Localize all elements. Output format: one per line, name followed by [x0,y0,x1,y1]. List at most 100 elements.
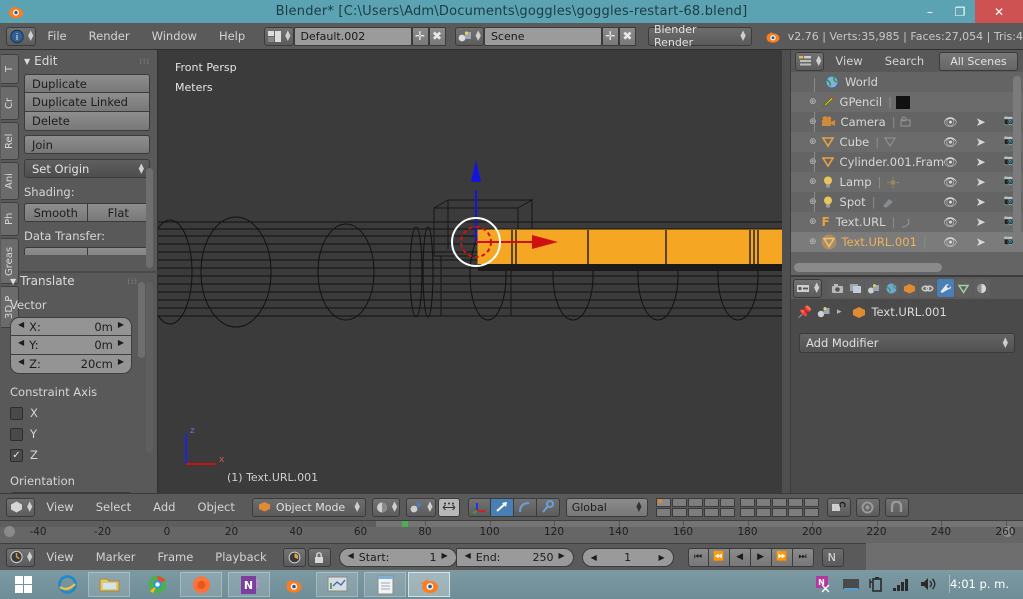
tool-shelf-scrollbar-top[interactable] [146,168,153,268]
expand-icon[interactable]: ⊕ [809,177,817,187]
constraint-axis-y-row[interactable]: Y [10,427,150,441]
properties-tab-object[interactable] [901,279,919,297]
cursor-arrow-icon[interactable]: ➤ [976,195,986,209]
pin-icon[interactable]: 📌 [797,305,812,319]
editor-type-selector-timeline[interactable]: ▲ ▼ [6,547,36,567]
arrow-left-icon[interactable]: ◀ [465,551,471,564]
translate-panel-header[interactable]: ▼ Translate ⁞⁞⁞ [10,274,150,288]
system-clock[interactable]: 4:01 p. m. [950,577,1009,591]
edit-panel-header[interactable]: ▼ Edit ⁞⁞⁞ [24,54,150,68]
menu-render[interactable]: Render [78,23,141,50]
outliner-row-lamp[interactable]: ⊕ Lamp | 👁 ➤ 📷 [791,172,1023,192]
outliner-row-text-url[interactable]: ⊕ F Text.URL | 👁 ➤ 📷 [791,212,1023,232]
expand-icon[interactable]: ⊕ [809,217,817,227]
layer-14[interactable] [703,507,719,517]
taskbar-chart-app[interactable] [316,572,358,597]
taskbar-internet-explorer[interactable] [46,572,88,597]
layer-1[interactable] [655,497,671,507]
translate-x-field[interactable]: ◀ X: 0m ▶ [10,317,132,336]
keyboard-icon[interactable] [842,577,860,592]
eye-icon[interactable]: 👁 [943,215,958,229]
outliner-row-cube[interactable]: ⊕ Cube | 👁 ➤ 📷 [791,132,1023,152]
constraint-axis-y-checkbox[interactable] [10,427,23,441]
menu-window[interactable]: Window [141,23,208,50]
play-button[interactable]: ▶ [750,547,772,567]
add-modifier-dropdown[interactable]: Add Modifier ▲ ▼ [799,333,1015,353]
tab-animation[interactable]: Ani [1,162,19,200]
layer-10[interactable] [803,497,819,507]
shading-smooth-button[interactable]: Smooth [24,203,88,222]
layer-6[interactable] [739,497,755,507]
scene-layers[interactable] [655,497,819,517]
translate-z-field[interactable]: ◀ Z: 20cm ▶ [10,355,132,374]
eye-icon[interactable]: 👁 [943,235,958,249]
expand-icon[interactable]: ⊕ [809,157,817,167]
constraint-axis-x-checkbox[interactable] [10,406,23,420]
add-layout-button[interactable]: ✛ [411,26,429,46]
layer-12[interactable] [671,507,687,517]
translate-y-field[interactable]: ◀ Y: 0m ▶ [10,336,132,355]
expand-icon[interactable]: ⊕ [809,137,817,147]
layer-4[interactable] [703,497,719,507]
arrow-right-icon[interactable]: ▶ [558,551,564,564]
data-transfer-button-b[interactable] [87,247,150,255]
view-menu[interactable]: View [35,494,84,521]
outliner-row-gpencil[interactable]: ⊕ GPencil | [791,92,1023,112]
tool-shelf-scrollbar-bottom[interactable] [138,282,145,358]
expand-icon[interactable]: ⊕ [809,97,817,107]
arrow-left-icon[interactable]: ◀ [591,553,597,562]
menu-file[interactable]: File [36,23,77,50]
timeline-menu-playback[interactable]: Playback [204,544,277,571]
outliner-menu-view[interactable]: View [824,50,873,72]
scene-icon[interactable]: ▲ ▼ [454,26,484,46]
minimize-button[interactable]: – [915,0,945,23]
tool-shelf-scroll-track[interactable] [146,282,153,452]
add-menu[interactable]: Add [142,494,186,521]
delete-scene-button[interactable]: ✖ [618,26,636,46]
properties-tab-render-layers[interactable] [847,279,865,297]
layer-9[interactable] [787,497,803,507]
maximize-button[interactable]: ❐ [945,0,975,23]
step-forward-button[interactable]: ⏩ [771,547,793,567]
proportional-edit-toggle[interactable] [437,497,460,517]
eye-icon[interactable]: 👁 [943,115,958,129]
arrow-right-icon[interactable]: ▶ [658,553,664,562]
volume-icon[interactable] [919,576,938,592]
tab-physics[interactable]: Ph [1,202,19,236]
manipulator-extra-button[interactable] [536,497,560,517]
cursor-arrow-icon[interactable]: ➤ [976,235,986,249]
properties-tab-world[interactable] [883,279,901,297]
eye-icon[interactable]: 👁 [943,195,958,209]
sync-mode-selector[interactable]: N [821,547,844,567]
cursor-arrow-icon[interactable]: ➤ [976,115,986,129]
properties-tab-constraints[interactable] [919,279,937,297]
viewport-shading-selector[interactable]: ▲ ▼ [371,497,401,517]
object-menu[interactable]: Object [186,494,245,521]
signal-icon[interactable] [892,577,910,592]
layer-3[interactable] [687,497,703,507]
data-transfer-button-a[interactable] [24,247,88,255]
close-button[interactable]: ✕ [975,0,1023,23]
arrow-right-icon[interactable]: ▶ [441,551,447,564]
render-preview-button[interactable] [855,497,880,517]
expand-icon[interactable]: ⊕ [809,197,817,207]
transform-orientation-selector[interactable]: Global ▲ ▼ [565,497,648,517]
render-engine-selector[interactable]: Blender Render ▲ ▼ [647,23,752,49]
layer-18[interactable] [771,507,787,517]
layer-19[interactable] [787,507,803,517]
duplicate-button[interactable]: Duplicate [24,74,150,93]
layer-16[interactable] [739,507,755,517]
constraint-axis-z-checkbox[interactable]: ✓ [10,448,23,462]
lock-timeline-button[interactable] [307,547,331,567]
properties-tab-modifiers[interactable] [937,279,955,297]
timeline-scroll-handle-left[interactable] [4,526,15,537]
scene-icon[interactable] [817,306,832,319]
outliner-tree[interactable]: World ⊕ GPencil | ⊕ Camera | 👁 ➤ 📷 ⊕ Cub… [791,72,1023,254]
duplicate-linked-button[interactable]: Duplicate Linked [24,93,150,112]
end-frame-field[interactable]: ◀ End: 250 ▶ [455,547,574,567]
start-frame-field[interactable]: ◀ Start: 1 ▶ [338,547,457,567]
taskbar-chrome[interactable] [136,572,178,597]
pivot-point-selector[interactable]: ▲ ▼ [406,497,436,517]
tab-relations[interactable]: Rel [1,122,19,160]
viewport-scroll-gutter[interactable] [782,50,790,493]
